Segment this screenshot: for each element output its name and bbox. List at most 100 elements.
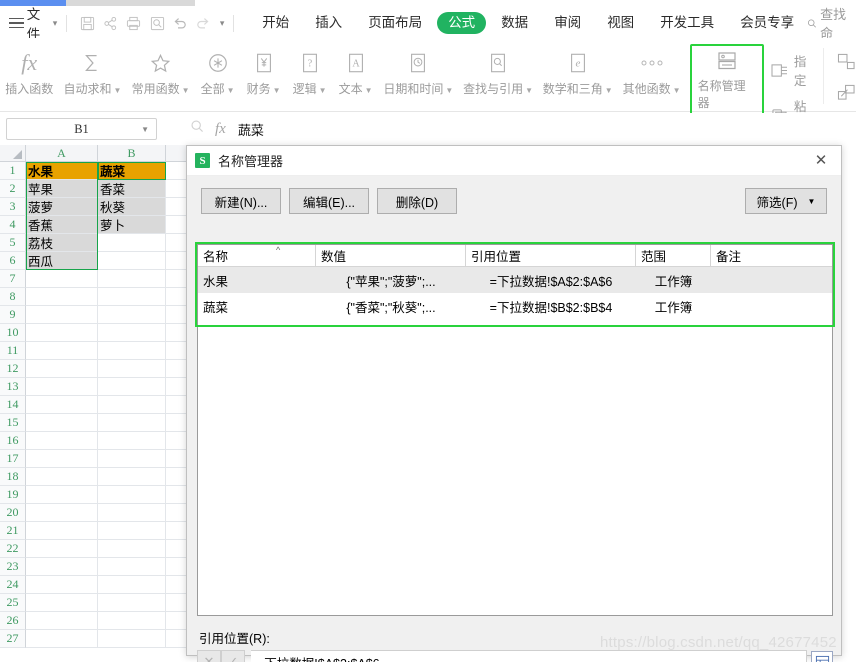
row-header-9[interactable]: 9: [0, 306, 26, 324]
row-header-16[interactable]: 16: [0, 432, 26, 450]
fx-icon[interactable]: fx: [215, 121, 226, 138]
print-icon[interactable]: [125, 12, 142, 34]
row-header-7[interactable]: 7: [0, 270, 26, 288]
cell-B20[interactable]: [98, 504, 166, 522]
row-header-3[interactable]: 3: [0, 198, 26, 216]
cell-A1[interactable]: 水果: [26, 162, 98, 180]
customize-caret-icon[interactable]: ▾: [220, 18, 225, 29]
tab-member-exclusive[interactable]: 会员专享: [729, 12, 805, 34]
cell-B1[interactable]: 蔬菜: [98, 162, 166, 180]
cell-B11[interactable]: [98, 342, 166, 360]
formula-input[interactable]: 蔬菜: [238, 120, 264, 139]
row-header-1[interactable]: 1: [0, 162, 26, 180]
cell-A7[interactable]: [26, 270, 98, 288]
name-box[interactable]: B1 ▼: [6, 118, 157, 140]
row-header-11[interactable]: 11: [0, 342, 26, 360]
cell-B24[interactable]: [98, 576, 166, 594]
cell-B6[interactable]: [98, 252, 166, 270]
column-header-a[interactable]: A: [26, 145, 98, 162]
cell-A8[interactable]: [26, 288, 98, 306]
ribbon-autosum[interactable]: 自动求和 ▼: [58, 44, 126, 98]
cell-B17[interactable]: [98, 450, 166, 468]
cell-B3[interactable]: 秋葵: [98, 198, 166, 216]
magnifier-icon[interactable]: [190, 119, 205, 139]
filter-button[interactable]: 筛选(F) ▼: [745, 188, 827, 214]
cell-B18[interactable]: [98, 468, 166, 486]
cell-B2[interactable]: 香菜: [98, 180, 166, 198]
ribbon-financial[interactable]: 财务 ▼: [241, 44, 287, 98]
undo-icon[interactable]: [172, 12, 189, 34]
cell-A16[interactable]: [26, 432, 98, 450]
cell-B16[interactable]: [98, 432, 166, 450]
cell-A9[interactable]: [26, 306, 98, 324]
select-all-corner[interactable]: [0, 145, 26, 162]
cell-B26[interactable]: [98, 612, 166, 630]
tab-view[interactable]: 视图: [596, 12, 645, 34]
tab-review[interactable]: 审阅: [543, 12, 592, 34]
row-header-8[interactable]: 8: [0, 288, 26, 306]
range-select-icon[interactable]: [811, 651, 833, 662]
row-header-12[interactable]: 12: [0, 360, 26, 378]
row-header-18[interactable]: 18: [0, 468, 26, 486]
x-icon[interactable]: ✕: [197, 650, 221, 662]
row-header-2[interactable]: 2: [0, 180, 26, 198]
close-icon[interactable]: ✕: [813, 153, 829, 169]
cell-A4[interactable]: 香蕉: [26, 216, 98, 234]
row-header-15[interactable]: 15: [0, 414, 26, 432]
cell-B12[interactable]: [98, 360, 166, 378]
row-header-20[interactable]: 20: [0, 504, 26, 522]
ribbon-insert-function[interactable]: fx 插入函数: [0, 44, 58, 96]
row-header-4[interactable]: 4: [0, 216, 26, 234]
cell-A27[interactable]: [26, 630, 98, 648]
file-menu-label[interactable]: 文件: [27, 3, 48, 43]
row-header-17[interactable]: 17: [0, 450, 26, 468]
cell-A25[interactable]: [26, 594, 98, 612]
save-icon[interactable]: [79, 12, 96, 34]
ribbon-lookup-reference[interactable]: 查找与引用 ▼: [458, 44, 538, 98]
cell-B27[interactable]: [98, 630, 166, 648]
row-header-22[interactable]: 22: [0, 540, 26, 558]
cell-A12[interactable]: [26, 360, 98, 378]
ribbon-name-manager[interactable]: 名称管理器: [689, 44, 764, 116]
cell-B13[interactable]: [98, 378, 166, 396]
cell-B8[interactable]: [98, 288, 166, 306]
cell-A21[interactable]: [26, 522, 98, 540]
cell-A26[interactable]: [26, 612, 98, 630]
tab-page-layout[interactable]: 页面布局: [357, 12, 433, 34]
edit-button[interactable]: 编辑(E)...: [289, 188, 369, 214]
tab-developer[interactable]: 开发工具: [649, 12, 725, 34]
redo-icon[interactable]: [195, 12, 212, 34]
cell-A15[interactable]: [26, 414, 98, 432]
workbook-tab-inactive[interactable]: [66, 0, 195, 6]
cell-B9[interactable]: [98, 306, 166, 324]
chevron-down-icon[interactable]: ▼: [141, 125, 149, 134]
hamburger-icon[interactable]: [9, 17, 24, 29]
row-header-14[interactable]: 14: [0, 396, 26, 414]
find-command-box[interactable]: 查找命: [807, 4, 856, 42]
share-icon[interactable]: [102, 12, 119, 34]
cell-A10[interactable]: [26, 324, 98, 342]
cell-B7[interactable]: [98, 270, 166, 288]
cell-A5[interactable]: 荔枝: [26, 234, 98, 252]
row-header-10[interactable]: 10: [0, 324, 26, 342]
cell-B23[interactable]: [98, 558, 166, 576]
cell-A17[interactable]: [26, 450, 98, 468]
chevron-down-icon[interactable]: ▾: [53, 18, 58, 29]
cell-B25[interactable]: [98, 594, 166, 612]
row-header-21[interactable]: 21: [0, 522, 26, 540]
row-header-24[interactable]: 24: [0, 576, 26, 594]
ribbon-date-time[interactable]: 日期和时间 ▼: [379, 44, 459, 98]
cell-B19[interactable]: [98, 486, 166, 504]
cell-B14[interactable]: [98, 396, 166, 414]
cell-B5[interactable]: [98, 234, 166, 252]
check-icon[interactable]: ✓: [221, 650, 245, 662]
cell-B22[interactable]: [98, 540, 166, 558]
cell-A22[interactable]: [26, 540, 98, 558]
refers-to-input[interactable]: =下拉数据!$A$2:$A$6: [251, 650, 807, 662]
cell-A11[interactable]: [26, 342, 98, 360]
ribbon-all-functions[interactable]: 全部 ▼: [195, 44, 241, 98]
cell-A2[interactable]: 苹果: [26, 180, 98, 198]
cell-B15[interactable]: [98, 414, 166, 432]
column-header-b[interactable]: B: [98, 145, 166, 162]
cell-A24[interactable]: [26, 576, 98, 594]
